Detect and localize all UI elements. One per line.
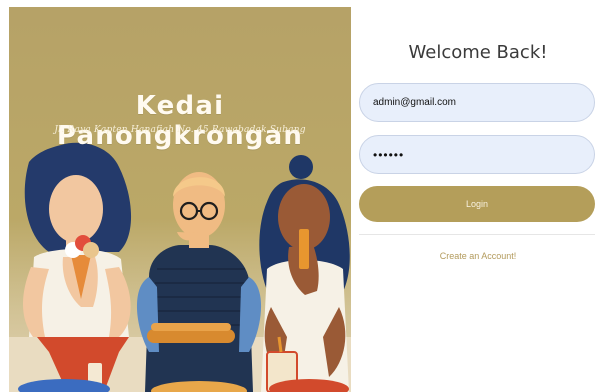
brand-address: Jl. Raya Kapten Hanafiah No. 45 Rawabada… (54, 125, 306, 135)
login-page: Kedai Panongkrongan Jl. Raya Kapten Hana… (0, 0, 616, 392)
woman-drinking-figure (259, 155, 350, 392)
email-field[interactable] (359, 83, 595, 122)
form-divider (359, 234, 595, 235)
people-eating-illustration (9, 142, 351, 392)
brand-illustration-panel: Kedai Panongkrongan Jl. Raya Kapten Hana… (9, 7, 351, 392)
login-button[interactable]: Login (359, 186, 595, 222)
welcome-heading: Welcome Back! (408, 42, 548, 63)
man-glasses-figure (136, 172, 262, 392)
create-account-link[interactable]: Create an Account! (351, 251, 605, 261)
password-field[interactable] (359, 135, 595, 174)
login-form-panel: Welcome Back! Login Create an Account! (351, 0, 616, 392)
brand-name: Kedai Panongkrongan (56, 91, 304, 151)
